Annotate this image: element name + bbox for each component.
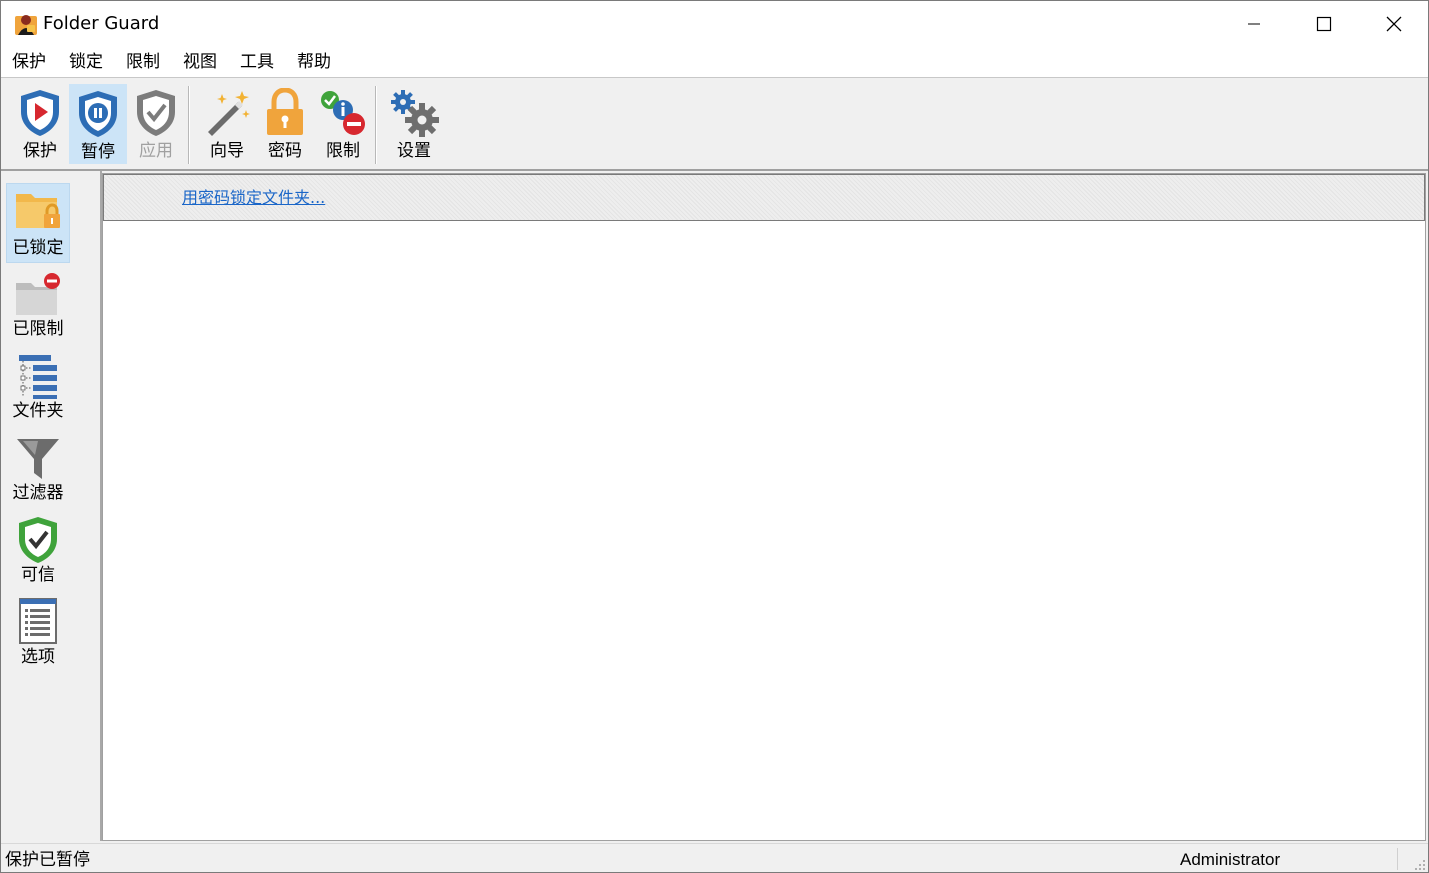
folder-tree-icon	[19, 355, 57, 399]
app-logo-icon	[15, 15, 37, 35]
close-icon	[1386, 16, 1402, 32]
options-list-icon	[19, 598, 57, 644]
menu-protect[interactable]: 保护	[11, 50, 47, 74]
menu-bar: 保护 锁定 限制 视图 工具 帮助	[1, 47, 1428, 78]
menu-restrict[interactable]: 限制	[125, 50, 161, 74]
shield-check-icon	[19, 517, 57, 563]
funnel-icon	[17, 439, 59, 479]
magic-wand-icon	[208, 91, 250, 136]
shield-play-icon	[21, 90, 59, 136]
password-label: 密码	[268, 141, 302, 161]
sidebar-item-locked-label: 已锁定	[12, 238, 64, 258]
main-content: 用密码锁定文件夹...	[102, 173, 1426, 841]
minimize-button[interactable]	[1219, 1, 1289, 47]
maximize-button[interactable]	[1289, 1, 1359, 47]
restricted-folder-icon	[16, 273, 60, 315]
status-separator	[1397, 848, 1398, 870]
shield-pause-icon	[79, 91, 117, 137]
protect-button[interactable]: 保护	[11, 84, 69, 164]
sidebar-item-options[interactable]: 选项	[6, 593, 70, 673]
settings-button[interactable]: 设置	[385, 84, 443, 164]
status-text: 保护已暂停	[5, 850, 90, 870]
lock-folder-link[interactable]: 用密码锁定文件夹...	[182, 188, 325, 208]
restrict-icon	[321, 91, 365, 135]
sidebar-item-restricted[interactable]: 已限制	[6, 265, 70, 345]
sidebar-item-folders[interactable]: 文件夹	[6, 347, 70, 427]
toolbar: 保护 暂停 应用 向导 密码 限制 设置	[1, 78, 1428, 171]
wizard-label: 向导	[210, 141, 244, 161]
sidebar-item-restricted-label: 已限制	[12, 319, 64, 339]
sidebar-item-options-label: 选项	[21, 647, 55, 667]
protect-label: 保护	[23, 141, 57, 161]
shield-check-icon	[137, 90, 175, 136]
sidebar-item-trusted[interactable]: 可信	[6, 511, 70, 591]
title-bar[interactable]: Folder Guard	[1, 1, 1428, 47]
locked-folder-icon	[16, 194, 60, 228]
wizard-button[interactable]: 向导	[198, 84, 256, 164]
restrict-button[interactable]: 限制	[314, 84, 372, 164]
menu-help[interactable]: 帮助	[296, 50, 332, 74]
sidebar: 已锁定 已限制 文件夹 过滤器 可信 选项	[1, 171, 102, 841]
menu-view[interactable]: 视图	[182, 50, 218, 74]
restrict-label: 限制	[326, 141, 360, 161]
apply-label: 应用	[139, 141, 173, 161]
pause-button[interactable]: 暂停	[69, 84, 127, 164]
menu-lock[interactable]: 锁定	[68, 50, 104, 74]
toolbar-separator	[375, 86, 377, 164]
menu-tools[interactable]: 工具	[239, 50, 275, 74]
window-title: Folder Guard	[43, 13, 160, 34]
sidebar-item-locked[interactable]: 已锁定	[6, 183, 70, 263]
status-bar: 保护已暂停 Administrator	[1, 843, 1428, 872]
password-button[interactable]: 密码	[256, 84, 314, 164]
status-user: Administrator	[1180, 850, 1281, 869]
app-window: Folder Guard 保护 锁定 限制 视图 工具 帮助 保护 暂停 应用 …	[0, 0, 1429, 873]
sidebar-item-filters-label: 过滤器	[12, 483, 64, 503]
padlock-icon	[267, 88, 303, 135]
pause-label: 暂停	[81, 142, 115, 162]
maximize-icon	[1316, 16, 1332, 32]
toolbar-separator	[188, 86, 190, 164]
resize-grip-icon[interactable]	[1412, 857, 1426, 871]
sidebar-item-trusted-label: 可信	[21, 565, 55, 585]
sidebar-item-folders-label: 文件夹	[12, 401, 64, 421]
apply-button[interactable]: 应用	[127, 84, 185, 164]
sidebar-item-filters[interactable]: 过滤器	[6, 429, 70, 509]
minimize-icon	[1248, 23, 1260, 25]
close-button[interactable]	[1359, 1, 1428, 47]
settings-label: 设置	[397, 141, 431, 161]
gears-icon	[391, 90, 439, 137]
task-link-bar: 用密码锁定文件夹...	[103, 174, 1425, 221]
